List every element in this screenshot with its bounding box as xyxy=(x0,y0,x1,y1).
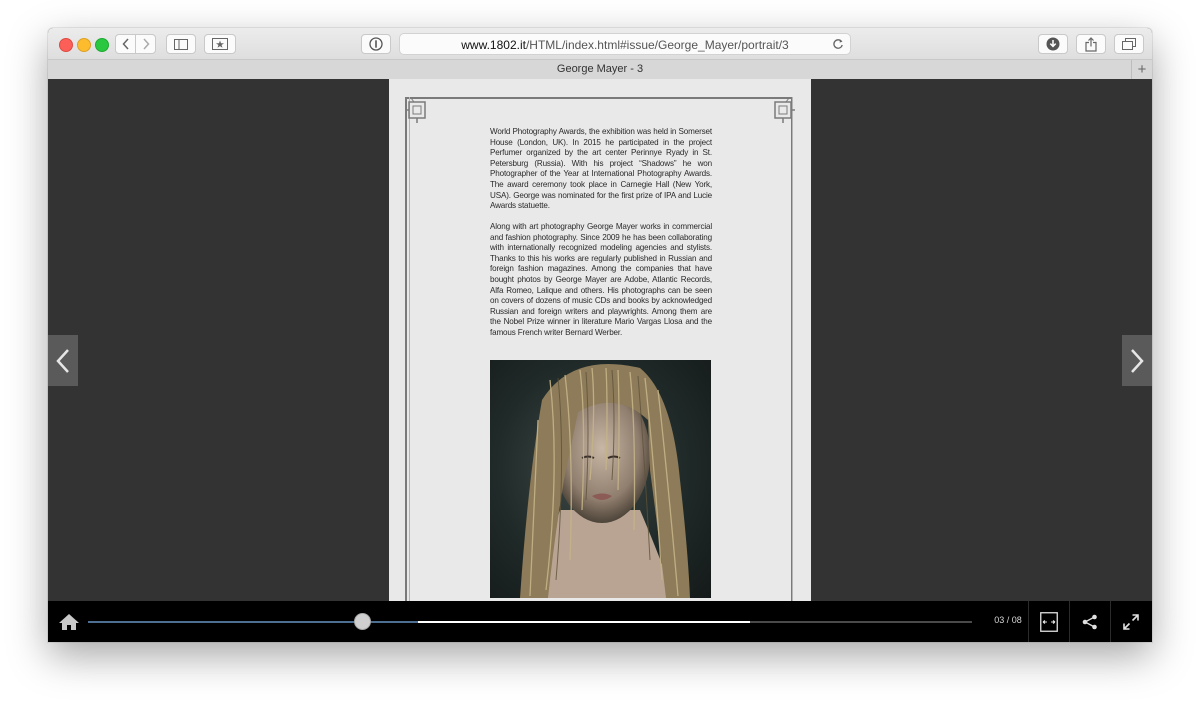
fit-width-icon xyxy=(1040,611,1058,632)
viewer-toolbar: 03 / 08 xyxy=(48,601,1152,642)
portrait-photo xyxy=(490,360,711,598)
next-page-button[interactable] xyxy=(1122,335,1152,386)
download-icon xyxy=(1046,37,1060,51)
magazine-page: World Photography Awards, the exhibition… xyxy=(389,79,811,601)
new-tab-button[interactable]: + xyxy=(1131,60,1152,79)
address-bar[interactable]: www.1802.it/HTML/index.html#issue/George… xyxy=(399,33,851,55)
chevron-left-icon xyxy=(56,348,69,373)
corner-ornament-icon xyxy=(774,97,795,123)
fullscreen-icon xyxy=(1123,613,1139,630)
home-icon[interactable] xyxy=(58,613,80,631)
page-progress-track[interactable] xyxy=(88,621,972,623)
share-icon xyxy=(1082,614,1097,629)
sidebar-icon xyxy=(174,38,188,50)
bookmarks-button[interactable] xyxy=(204,34,236,54)
tabs-icon xyxy=(1122,38,1136,50)
share-button[interactable] xyxy=(1069,601,1110,642)
fullscreen-button[interactable] xyxy=(1110,601,1151,642)
minimize-window-button[interactable] xyxy=(77,38,91,52)
chevron-right-icon xyxy=(1131,348,1144,373)
chevron-right-icon xyxy=(142,38,150,50)
tab-bar: George Mayer - 3 + xyxy=(48,60,1152,80)
visible-range-indicator xyxy=(418,621,751,623)
url-text: www.1802.it/HTML/index.html#issue/George… xyxy=(461,38,789,52)
article-paragraph: World Photography Awards, the exhibition… xyxy=(490,127,712,211)
reload-icon[interactable] xyxy=(832,38,844,50)
back-button[interactable] xyxy=(115,34,136,54)
star-tab-icon xyxy=(212,38,228,50)
downloads-button[interactable] xyxy=(1038,34,1068,54)
page-slider-handle[interactable] xyxy=(353,613,371,630)
close-window-button[interactable] xyxy=(59,38,73,52)
chevron-left-icon xyxy=(121,38,129,50)
sidebar-button[interactable] xyxy=(166,34,196,54)
tab-overview-button[interactable] xyxy=(1114,34,1144,54)
previous-page-button[interactable] xyxy=(48,335,78,386)
page-indicator: 03 / 08 xyxy=(994,615,1022,625)
viewer-area: World Photography Awards, the exhibition… xyxy=(48,79,1152,601)
article-paragraph: Along with art photography George Mayer … xyxy=(490,222,712,337)
share-box-icon xyxy=(1085,36,1097,52)
fit-width-button[interactable] xyxy=(1028,601,1069,642)
zoom-window-button[interactable] xyxy=(95,38,109,52)
site-info-button[interactable] xyxy=(361,34,391,54)
browser-window: www.1802.it/HTML/index.html#issue/George… xyxy=(48,28,1152,642)
info-icon xyxy=(369,37,383,51)
browser-titlebar: www.1802.it/HTML/index.html#issue/George… xyxy=(48,28,1152,60)
share-page-button[interactable] xyxy=(1076,34,1106,54)
forward-button[interactable] xyxy=(135,34,156,54)
active-tab-title[interactable]: George Mayer - 3 xyxy=(48,63,1152,75)
corner-ornament-icon xyxy=(405,97,426,123)
